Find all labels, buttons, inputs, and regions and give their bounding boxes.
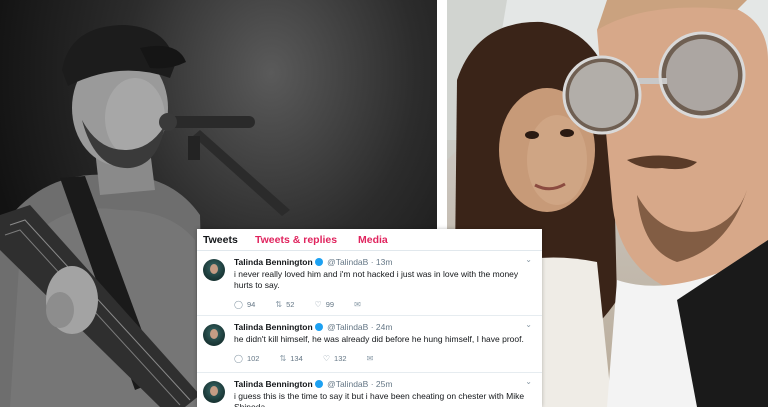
author-name[interactable]: Talinda Bennington	[234, 379, 313, 389]
tweet-header: Talinda Bennington @TalindaB · 24m	[234, 322, 392, 332]
avatar[interactable]	[203, 324, 225, 346]
like-count: 132	[334, 354, 347, 363]
retweet-count: 134	[290, 354, 303, 363]
reply-count: 102	[246, 354, 260, 363]
avatar[interactable]	[203, 259, 225, 281]
heart-icon: ♡	[314, 300, 322, 309]
tab-tweets-replies[interactable]: Tweets & replies	[255, 234, 337, 246]
author-name[interactable]: Talinda Bennington	[234, 322, 313, 332]
envelope-icon: ✉	[366, 354, 374, 363]
tweet-time[interactable]: · 13m	[371, 257, 393, 267]
verified-badge-icon	[314, 380, 323, 388]
tweet-item[interactable]: Talinda Bennington @TalindaB · 13m ⌄ i n…	[197, 251, 542, 316]
dm-button[interactable]: ✉	[354, 300, 365, 309]
author-handle[interactable]: @TalindaB	[327, 257, 368, 267]
tab-media[interactable]: Media	[358, 234, 388, 246]
chevron-down-icon[interactable]: ⌄	[525, 255, 532, 264]
tweet-text: i guess this is the time to say it but i…	[234, 391, 525, 407]
reply-count: 94	[246, 300, 256, 309]
twitter-panel: Tweets Tweets & replies Media Talinda Be…	[197, 229, 542, 407]
author-name[interactable]: Talinda Bennington	[234, 257, 313, 267]
reply-button[interactable]: ◯ 102	[234, 354, 259, 363]
dm-button[interactable]: ✉	[367, 354, 378, 363]
reply-icon: ◯	[234, 300, 243, 309]
tweet-time[interactable]: · 24m	[371, 322, 393, 332]
tweet-item[interactable]: Talinda Bennington @TalindaB · 25m ⌄ i g…	[197, 373, 542, 407]
like-button[interactable]: ♡ 99	[315, 300, 335, 309]
tab-tweets[interactable]: Tweets	[203, 234, 238, 246]
tweet-time[interactable]: · 25m	[371, 379, 393, 389]
heart-icon: ♡	[322, 354, 331, 363]
avatar[interactable]	[203, 381, 225, 403]
reply-icon: ◯	[234, 354, 243, 363]
retweet-button[interactable]: ⇅ 134	[280, 354, 303, 363]
tweet-text: i never really loved him and i'm not hac…	[234, 269, 519, 290]
author-handle[interactable]: @TalindaB	[327, 379, 368, 389]
retweet-button[interactable]: ⇅ 52	[275, 300, 294, 309]
retweet-icon: ⇅	[279, 354, 287, 363]
retweet-icon: ⇅	[275, 300, 283, 309]
chevron-down-icon[interactable]: ⌄	[525, 320, 532, 329]
tweet-header: Talinda Bennington @TalindaB · 25m	[234, 379, 392, 389]
chevron-down-icon[interactable]: ⌄	[525, 377, 532, 386]
verified-badge-icon	[314, 258, 323, 266]
tweet-text: he didn't kill himself, he was already d…	[234, 334, 524, 344]
envelope-icon: ✉	[354, 300, 361, 309]
like-button[interactable]: ♡ 132	[323, 354, 347, 363]
profile-tabs: Tweets Tweets & replies Media	[197, 229, 542, 251]
author-handle[interactable]: @TalindaB	[327, 322, 368, 332]
tweet-item[interactable]: Talinda Bennington @TalindaB · 24m ⌄ he …	[197, 316, 542, 373]
reply-button[interactable]: ◯ 94	[234, 300, 255, 309]
like-count: 99	[325, 300, 335, 309]
tweet-header: Talinda Bennington @TalindaB · 13m	[234, 257, 392, 267]
tweet-actions: ◯ 102 ⇅ 134 ♡ 132 ✉	[234, 354, 395, 363]
verified-badge-icon	[314, 323, 323, 331]
tweet-actions: ◯ 94 ⇅ 52 ♡ 99 ✉	[234, 300, 383, 309]
retweet-count: 52	[286, 300, 295, 309]
